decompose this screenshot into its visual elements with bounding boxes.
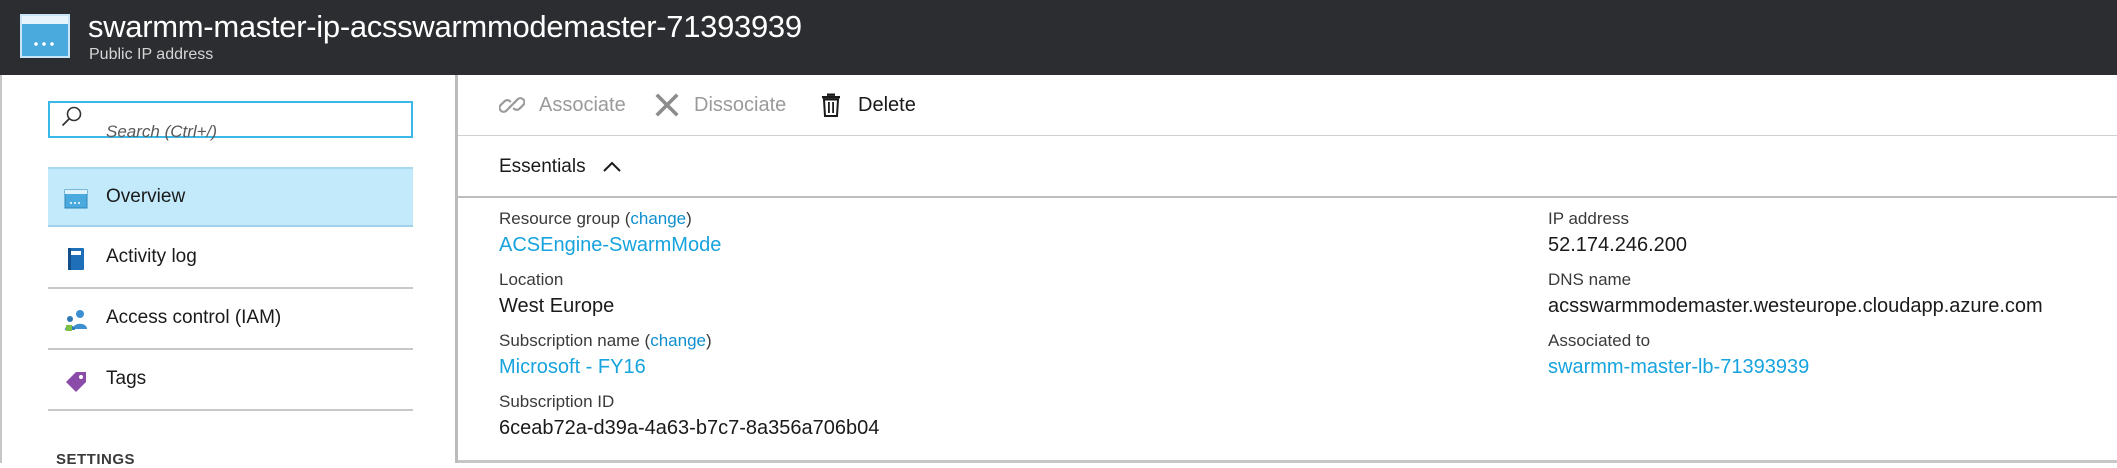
link-icon: [499, 97, 525, 113]
sidebar-item-label: Tags: [106, 368, 147, 389]
subscription-id-value: 6ceab72a-d39a-4a63-b7c7-8a356a706b04: [499, 417, 880, 439]
change-resource-group-link[interactable]: change: [630, 209, 686, 228]
search-placeholder: Search (Ctrl+/): [106, 122, 217, 141]
sidebar-item-label: Access control (IAM): [106, 307, 282, 328]
close-icon: [655, 93, 679, 117]
public-ip-icon: [20, 14, 70, 58]
essentials-label: Essentials: [499, 156, 586, 177]
search-input[interactable]: Search (Ctrl+/): [48, 101, 413, 141]
sidebar-item-label: Overview: [106, 186, 186, 207]
blade-header: swarmm-master-ip-acsswarmmodemaster-7139…: [0, 0, 2117, 75]
delete-label: Delete: [858, 94, 916, 116]
activity-log-icon: [68, 248, 84, 270]
associate-label: Associate: [539, 94, 626, 116]
sidebar-item-tags[interactable]: Tags: [48, 351, 413, 411]
dissociate-button[interactable]: Dissociate: [654, 91, 804, 121]
change-subscription-link[interactable]: change: [650, 331, 706, 350]
associate-button[interactable]: Associate: [499, 91, 639, 121]
essentials-toggle[interactable]: Essentials: [458, 136, 2117, 198]
dissociate-label: Dissociate: [694, 94, 787, 116]
sidebar-item-activity-log[interactable]: Activity log: [48, 229, 413, 289]
chevron-up-icon: [603, 161, 621, 172]
sidebar-item-label: Activity log: [106, 246, 197, 267]
ip-address-label: IP address: [1548, 209, 1629, 228]
page-title: swarmm-master-ip-acsswarmmodemaster-7139…: [88, 9, 802, 44]
sidebar-item-access-control[interactable]: Access control (IAM): [48, 290, 413, 350]
overview-icon: [64, 189, 88, 209]
command-bar: Associate Dissociate Delete: [458, 75, 2117, 136]
associated-to-link[interactable]: swarmm-master-lb-71393939: [1548, 356, 1809, 379]
ip-address-value: 52.174.246.200: [1548, 234, 1688, 256]
dns-name-value: acsswarmmodemaster.westeurope.cloudapp.a…: [1548, 295, 2043, 317]
sidebar-item-overview[interactable]: Overview: [48, 167, 413, 227]
subscription-name-link[interactable]: Microsoft - FY16: [499, 356, 646, 379]
tag-icon: [66, 372, 86, 392]
settings-section-label: SETTINGS: [56, 451, 136, 468]
sidebar: Search (Ctrl+/) Overview Activity log Ac…: [0, 75, 455, 468]
resource-group-label: Resource group (change): [499, 209, 692, 228]
location-label: Location: [499, 270, 564, 289]
search-icon: [61, 106, 82, 127]
location-value: West Europe: [499, 295, 615, 317]
delete-button[interactable]: Delete: [818, 91, 938, 121]
access-control-icon: [65, 310, 87, 331]
dns-name-label: DNS name: [1548, 270, 1632, 289]
main-content: Associate Dissociate Delete Essentials R…: [458, 75, 2117, 463]
associated-to-label: Associated to: [1548, 331, 1651, 350]
subscription-id-label: Subscription ID: [499, 392, 615, 411]
page-subtitle: Public IP address: [89, 46, 214, 63]
trash-icon: [822, 93, 840, 117]
resource-group-link[interactable]: ACSEngine-SwarmMode: [499, 234, 721, 257]
subscription-name-label: Subscription name (change): [499, 331, 712, 350]
